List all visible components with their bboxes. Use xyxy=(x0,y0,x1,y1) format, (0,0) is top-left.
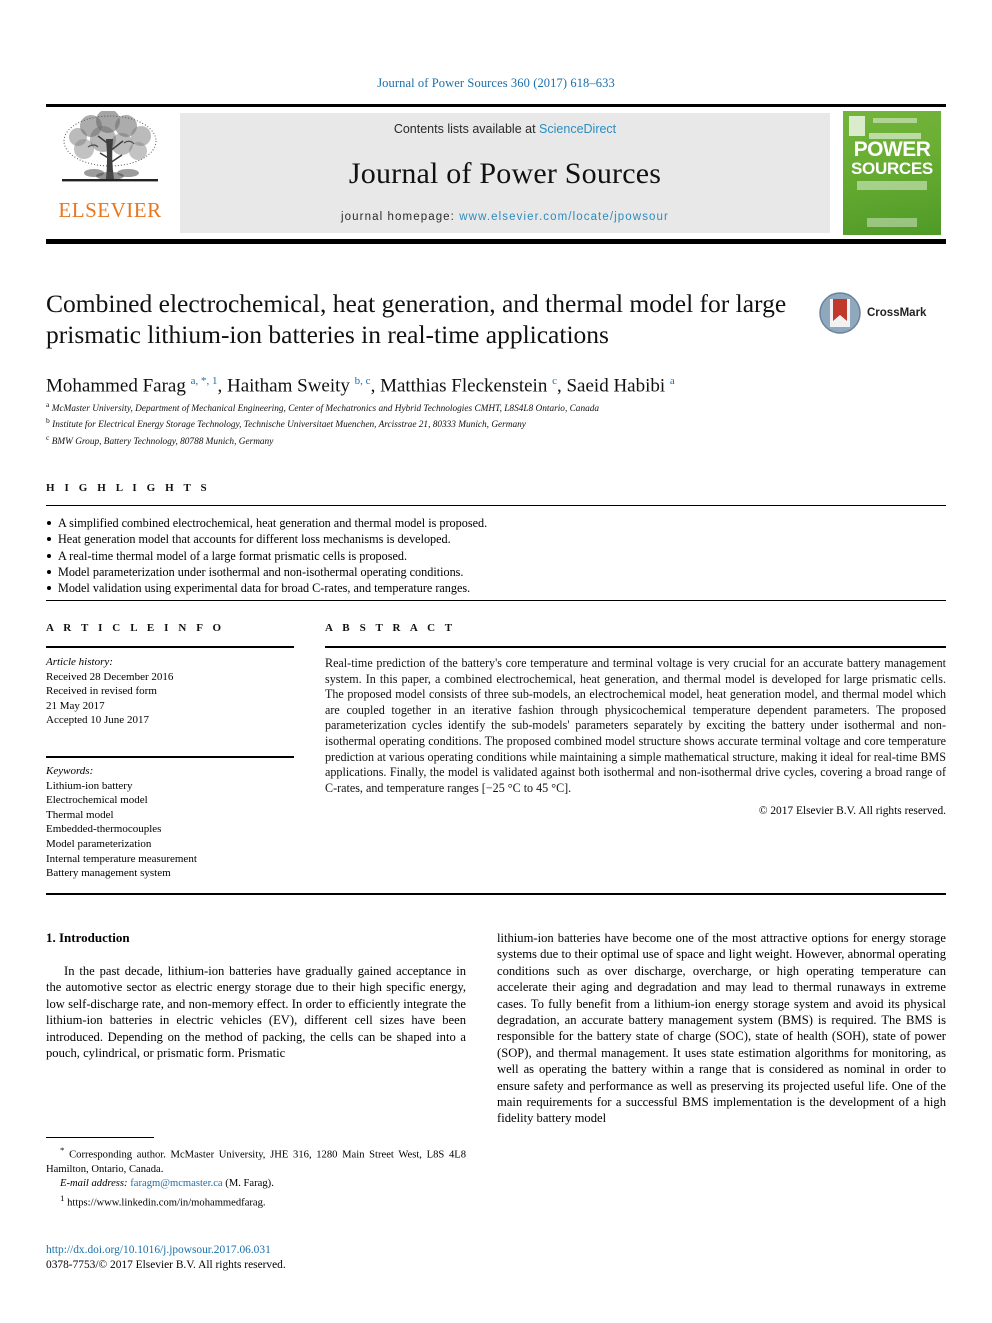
affiliation-text: Institute for Electrical Energy Storage … xyxy=(52,420,526,431)
introduction-right-column: lithium-ion batteries have become one of… xyxy=(497,930,946,1127)
abstract-section: A B S T R A C T Real-time prediction of … xyxy=(325,622,946,817)
journal-banner: Contents lists available at ScienceDirec… xyxy=(180,113,830,233)
doi-block: http://dx.doi.org/10.1016/j.jpowsour.201… xyxy=(46,1243,476,1273)
highlights-list: A simplified combined electrochemical, h… xyxy=(46,506,946,596)
article-info-section: A R T I C L E I N F O Article history: R… xyxy=(46,622,294,881)
cover-title-sources: SOURCES xyxy=(851,159,933,178)
page-title: Combined electrochemical, heat generatio… xyxy=(46,289,787,349)
homepage-prefix: journal homepage: xyxy=(341,211,455,223)
cover-title-power: POWER xyxy=(853,138,931,161)
keyword-item: Electrochemical model xyxy=(46,794,148,807)
issn-copyright-line: 0378-7753/© 2017 Elsevier B.V. All right… xyxy=(46,1259,286,1271)
highlight-item: Model validation using experimental data… xyxy=(46,580,946,596)
keyword-item: Thermal model xyxy=(46,808,114,821)
abstract-text: Real-time prediction of the battery's co… xyxy=(325,656,946,795)
affiliation-a: a McMaster University, Department of Mec… xyxy=(46,399,926,415)
email-note: E-mail address: faragm@mcmaster.ca (M. F… xyxy=(46,1177,466,1191)
article-page: Journal of Power Sources 360 (2017) 618–… xyxy=(0,0,992,1323)
affiliation-text: McMaster University, Department of Mecha… xyxy=(51,404,600,415)
affiliation-marker: a xyxy=(46,400,50,409)
history-line: Received in revised form xyxy=(46,685,157,698)
highlights-bottom-divider xyxy=(46,600,946,601)
journal-homepage-line: journal homepage: www.elsevier.com/locat… xyxy=(341,211,669,223)
introduction-paragraph-left: In the past decade, lithium-ion batterie… xyxy=(46,964,466,1061)
journal-title: Journal of Power Sources xyxy=(348,156,662,190)
keywords-block: Keywords: Lithium-ion battery Electroche… xyxy=(46,758,294,881)
affiliation-c: c BMW Group, Battery Technology, 80788 M… xyxy=(46,432,926,448)
elsevier-tree-icon xyxy=(62,111,158,182)
cover-subtitle-bar xyxy=(857,181,927,190)
keyword-item: Lithium-ion battery xyxy=(46,779,133,792)
article-history-label: Article history: xyxy=(46,656,113,668)
elsevier-wordmark: ELSEVIER xyxy=(58,198,162,222)
homepage-url-link[interactable]: www.elsevier.com/locate/jpowsour xyxy=(459,211,669,223)
crossmark-icon xyxy=(819,292,861,334)
affiliation-marker: b xyxy=(46,416,50,426)
highlight-item: Heat generation model that accounts for … xyxy=(46,531,946,547)
footnote-marker: 1 xyxy=(60,1193,65,1204)
footnotes-block: * Corresponding author. McMaster Univers… xyxy=(46,1143,466,1211)
affiliation-list: a McMaster University, Department of Mec… xyxy=(46,399,926,448)
corresponding-text: Corresponding author. McMaster Universit… xyxy=(46,1149,467,1175)
sciencedirect-link[interactable]: ScienceDirect xyxy=(539,122,616,136)
highlights-heading: H I G H L I G H T S xyxy=(46,482,211,494)
author-list: Mohammed Farag a, *, 1, Haitham Sweity b… xyxy=(46,375,675,397)
highlights-section: H I G H L I G H T S A simplified combine… xyxy=(46,482,946,596)
keyword-item: Battery management system xyxy=(46,867,171,880)
crossmark-label: CrossMark xyxy=(867,307,927,319)
affiliation-b: b Institute for Electrical Energy Storag… xyxy=(46,415,926,431)
history-line: Accepted 10 June 2017 xyxy=(46,714,149,727)
cover-footer-bar xyxy=(867,218,917,227)
highlight-item: A simplified combined electrochemical, h… xyxy=(46,515,946,531)
introduction-paragraph-right: lithium-ion batteries have become one of… xyxy=(497,931,946,1126)
article-history: Article history: Received 28 December 20… xyxy=(46,648,294,728)
crossmark-badge[interactable]: CrossMark xyxy=(818,289,938,337)
highlight-item: Model parameterization under isothermal … xyxy=(46,564,946,580)
contents-prefix: Contents lists available at xyxy=(393,122,536,136)
history-line: Received 28 December 2016 xyxy=(46,670,174,683)
corresponding-author-note: * Corresponding author. McMaster Univers… xyxy=(46,1143,466,1177)
cover-top-bar xyxy=(873,118,917,123)
corresponding-marker: * xyxy=(60,1145,65,1155)
introduction-left-column: 1. Introduction In the past decade, lith… xyxy=(46,930,466,1061)
running-head: Journal of Power Sources 360 (2017) 618–… xyxy=(377,76,615,90)
doi-link[interactable]: http://dx.doi.org/10.1016/j.jpowsour.201… xyxy=(46,1243,476,1258)
journal-cover-thumbnail: POWER SOURCES xyxy=(838,107,946,239)
elsevier-logo: ELSEVIER xyxy=(46,107,174,239)
history-line: 21 May 2017 xyxy=(46,699,105,712)
affiliation-text: BMW Group, Battery Technology, 80788 Mun… xyxy=(51,436,274,447)
abstract-bottom-divider xyxy=(46,893,946,895)
abstract-heading: A B S T R A C T xyxy=(325,622,456,634)
article-info-heading: A R T I C L E I N F O xyxy=(46,622,225,634)
affiliation-marker: c xyxy=(46,432,50,442)
footnote-divider xyxy=(46,1137,154,1138)
contents-available-line: Contents lists available at ScienceDirec… xyxy=(394,122,616,136)
keyword-item: Model parameterization xyxy=(46,837,152,850)
keyword-item: Internal temperature measurement xyxy=(46,852,197,865)
keyword-item: Embedded-thermocouples xyxy=(46,823,162,836)
email-link[interactable]: faragm@mcmaster.ca xyxy=(130,1178,222,1189)
keywords-label: Keywords: xyxy=(46,764,94,777)
journal-masthead: ELSEVIER Contents lists available at Sci… xyxy=(46,104,946,244)
section-heading-introduction: 1. Introduction xyxy=(46,930,130,945)
cover-publisher-mark xyxy=(849,116,865,136)
linkedin-text: https://www.linkedin.com/in/mohammedfara… xyxy=(67,1197,266,1209)
highlight-item: A real-time thermal model of a large for… xyxy=(46,548,946,564)
linkedin-note: 1 https://www.linkedin.com/in/mohammedfa… xyxy=(46,1191,466,1211)
abstract-copyright: © 2017 Elsevier B.V. All rights reserved… xyxy=(758,805,946,818)
email-label: E-mail address: xyxy=(60,1177,128,1189)
cover-image: POWER SOURCES xyxy=(843,111,941,235)
email-owner: (M. Farag). xyxy=(225,1177,274,1189)
